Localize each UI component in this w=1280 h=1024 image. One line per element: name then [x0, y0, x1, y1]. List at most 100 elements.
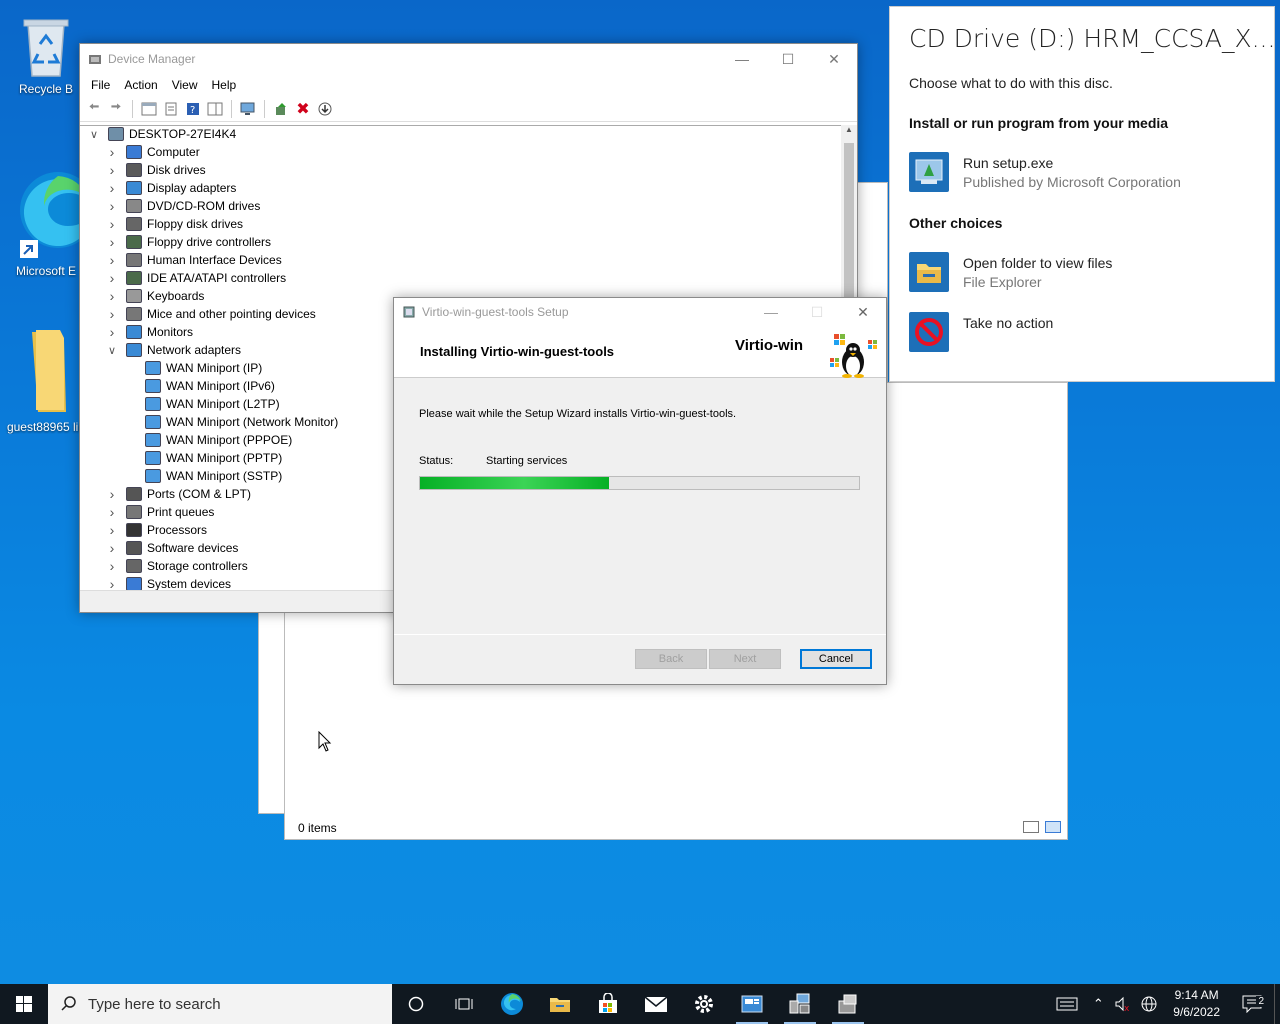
taskbar-installer[interactable] [824, 984, 872, 1024]
tree-root-computer[interactable]: ∨ DESKTOP-27EI4K4 [80, 126, 841, 143]
chevron-right-icon[interactable]: › [106, 522, 118, 538]
menu-help[interactable]: Help [205, 78, 244, 92]
taskbar-mail[interactable] [632, 984, 680, 1024]
show-hide-console-tree-icon[interactable] [141, 101, 157, 117]
tree-category[interactable]: › Human Interface Devices [80, 251, 841, 269]
device-manager-titlebar[interactable]: Device Manager — ☐ ✕ [80, 44, 857, 74]
maximize-button[interactable]: ☐ [765, 44, 811, 74]
minimize-button[interactable]: — [748, 298, 794, 326]
chevron-right-icon[interactable]: › [106, 198, 118, 214]
setup-body: Please wait while the Setup Wizard insta… [394, 381, 886, 684]
hid-icon [126, 253, 142, 267]
tree-category[interactable]: › Floppy disk drives [80, 215, 841, 233]
tree-category[interactable]: › Computer [80, 143, 841, 161]
taskbar-settings[interactable] [680, 984, 728, 1024]
taskbar-control-panel[interactable] [728, 984, 776, 1024]
forward-arrow-icon[interactable]: 🠪 [108, 99, 124, 117]
section-other: Other choices [909, 215, 1003, 231]
help-icon[interactable]: ? [185, 101, 201, 117]
taskbar-file-explorer[interactable] [536, 984, 584, 1024]
chevron-right-icon[interactable]: › [106, 180, 118, 196]
close-button[interactable]: ✕ [840, 298, 886, 326]
keyboard-icon[interactable] [1049, 997, 1085, 1011]
control-panel-icon [741, 995, 763, 1013]
menu-action[interactable]: Action [117, 78, 164, 92]
desktop-icon-recycle-bin[interactable]: Recycle B [4, 10, 88, 96]
chevron-right-icon[interactable]: › [106, 324, 118, 340]
tree-item-label: Monitors [147, 325, 194, 339]
desktop-icon-folder[interactable]: guest88965 lin [4, 326, 88, 434]
tree-category[interactable]: › Floppy drive controllers [80, 233, 841, 251]
details-view-icon[interactable] [1023, 821, 1039, 833]
setup-titlebar[interactable]: Virtio-win-guest-tools Setup — ☐ ✕ [394, 298, 886, 326]
chevron-right-icon[interactable]: › [106, 234, 118, 250]
option-run-setup[interactable]: Run setup.exe Published by Microsoft Cor… [909, 152, 1181, 192]
menu-file[interactable]: File [84, 78, 117, 92]
display-icon [126, 181, 142, 195]
tree-category[interactable]: › Disk drives [80, 161, 841, 179]
scan-hardware-icon[interactable] [240, 101, 256, 117]
scrollbar-thumb[interactable] [844, 143, 854, 303]
notification-button[interactable]: 2 [1230, 995, 1274, 1013]
chevron-right-icon[interactable]: › [106, 540, 118, 556]
notification-count: 2 [1256, 996, 1266, 1007]
start-button[interactable] [0, 984, 48, 1024]
scroll-up-arrow-icon[interactable]: ▲ [841, 125, 857, 134]
monitor-icon [126, 325, 142, 339]
autoplay-panel[interactable]: CD Drive (D:) HRM_CCSA_X... Choose what … [889, 6, 1275, 382]
cortana-button[interactable] [392, 984, 440, 1024]
chevron-right-icon[interactable]: › [106, 306, 118, 322]
chevron-right-icon[interactable]: › [106, 486, 118, 502]
task-view-button[interactable] [440, 984, 488, 1024]
tree-category[interactable]: › IDE ATA/ATAPI controllers [80, 269, 841, 287]
volume-muted-icon[interactable]: x [1111, 996, 1135, 1012]
desktop-icon-edge[interactable]: Microsoft E [4, 162, 96, 278]
option-open-folder[interactable]: Open folder to view files File Explorer [909, 252, 1112, 292]
uninstall-device-icon[interactable]: ✖ [295, 101, 311, 118]
minimize-button[interactable]: — [719, 44, 765, 74]
back-arrow-icon[interactable]: 🠨 [86, 99, 102, 117]
menu-view[interactable]: View [165, 78, 205, 92]
tree-category[interactable]: › DVD/CD-ROM drives [80, 197, 841, 215]
chevron-down-icon[interactable]: ∨ [106, 344, 118, 357]
back-button: Back [635, 649, 707, 669]
properties-icon[interactable] [163, 101, 179, 117]
chevron-right-icon[interactable]: › [106, 252, 118, 268]
taskbar-edge[interactable] [488, 984, 536, 1024]
option-take-no-action[interactable]: Take no action [909, 312, 1053, 352]
chevron-right-icon[interactable]: › [106, 288, 118, 304]
computer-icon [126, 145, 142, 159]
enable-device-icon[interactable] [317, 101, 333, 117]
chevron-right-icon[interactable]: › [106, 558, 118, 574]
chevron-down-icon[interactable]: ∨ [88, 128, 100, 141]
chevron-right-icon[interactable]: › [106, 162, 118, 178]
network-adapter-icon [145, 415, 161, 429]
tree-item-label: Display adapters [147, 181, 237, 195]
clock[interactable]: 9:14 AM 9/6/2022 [1163, 987, 1230, 1021]
tree-category[interactable]: › Display adapters [80, 179, 841, 197]
chevron-right-icon[interactable]: › [106, 216, 118, 232]
option-title: Take no action [963, 315, 1054, 331]
chevron-right-icon[interactable]: › [106, 576, 118, 590]
chevron-right-icon[interactable]: › [106, 144, 118, 160]
cpu-icon [126, 523, 142, 537]
search-box[interactable]: Type here to search [48, 984, 392, 1024]
cortana-circle-icon [408, 996, 424, 1012]
close-button[interactable]: ✕ [811, 44, 857, 74]
chevron-up-icon[interactable]: ⌃ [1085, 996, 1111, 1012]
chevron-right-icon[interactable]: › [106, 270, 118, 286]
taskbar-device-manager[interactable] [776, 984, 824, 1024]
chevron-right-icon[interactable]: › [106, 504, 118, 520]
cancel-button[interactable]: Cancel [800, 649, 872, 669]
update-driver-icon[interactable] [273, 101, 289, 117]
action-pane-icon[interactable] [207, 101, 223, 117]
setup-dialog[interactable]: Virtio-win-guest-tools Setup — ☐ ✕ Insta… [393, 297, 887, 685]
show-desktop-button[interactable] [1274, 984, 1280, 1024]
globe-icon[interactable] [1135, 996, 1163, 1012]
large-icons-view-icon[interactable] [1045, 821, 1061, 833]
recycle-bin-icon [14, 10, 78, 80]
status-bar: 0 items [285, 817, 1067, 839]
dvd-icon [126, 199, 142, 213]
search-placeholder: Type here to search [88, 995, 221, 1013]
taskbar-store[interactable] [584, 984, 632, 1024]
